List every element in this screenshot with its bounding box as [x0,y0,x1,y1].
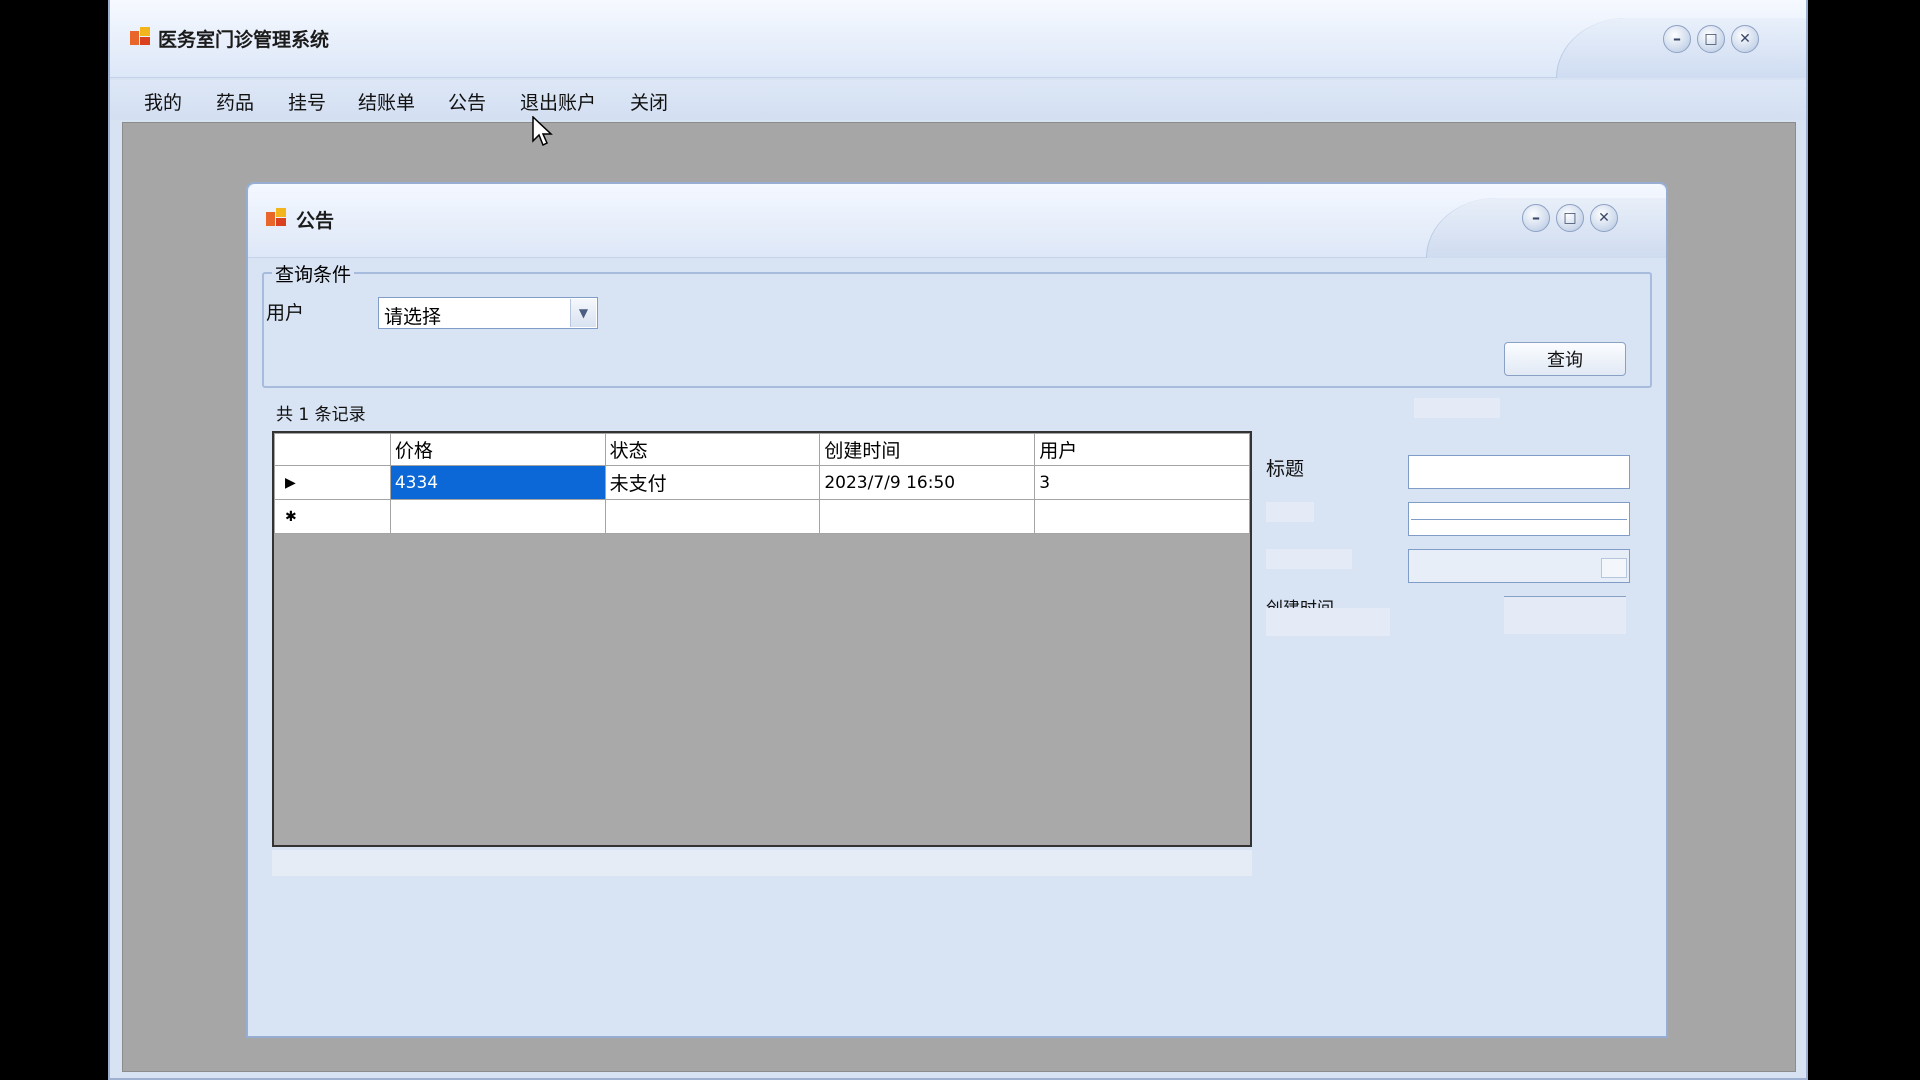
child-window-title: 公告 [296,210,335,232]
child-close-icon[interactable]: ✕ [1590,204,1618,232]
user-select[interactable]: 请选择 ▼ [378,297,598,329]
query-button[interactable]: 查询 [1504,342,1626,376]
records-grid: 价格 状态 创建时间 用户 ▶ 4334 未支付 2023/7/9 16:50 … [272,431,1252,847]
main-window-title: 医务室门诊管理系统 [158,29,330,51]
query-group-label: 查询条件 [272,260,355,287]
row-header-corner [274,433,391,466]
hidden-control-placeholder [1414,398,1500,418]
child-title-bar[interactable]: 公告 – □ ✕ [248,184,1666,258]
app-icon [130,27,150,45]
cell-price[interactable]: 4334 [389,465,606,500]
minimize-icon[interactable]: – [1663,25,1691,53]
menu-item-mine[interactable]: 我的 [144,88,182,115]
mouse-cursor-icon [532,116,553,147]
new-cell[interactable] [604,499,821,534]
detail-created-label: 创建时间 [1266,594,1334,608]
new-row-icon[interactable]: ✱ [274,499,391,534]
menu-item-logout[interactable]: 退出账户 [520,88,596,115]
detail-title-input[interactable] [1408,455,1630,489]
grid-header-row: 价格 状态 创建时间 用户 [274,433,1250,466]
child-maximize-icon[interactable]: □ [1556,204,1584,232]
row-indicator-icon[interactable]: ▶ [274,465,391,500]
menu-bar: 我的 药品 挂号 结账单 公告 退出账户 关闭 [110,80,1806,120]
new-cell[interactable] [389,499,606,534]
column-header-price[interactable]: 价格 [389,433,606,466]
detail-title-label: 标题 [1266,458,1305,480]
new-row[interactable]: ✱ [274,499,1250,534]
detail-created-placeholder [1266,608,1390,636]
menu-item-bills[interactable]: 结账单 [358,88,415,115]
cell-created[interactable]: 2023/7/9 16:50 [819,465,1036,500]
new-cell[interactable] [1034,499,1250,534]
cell-user[interactable]: 3 [1034,465,1250,500]
cell-status[interactable]: 未支付 [604,465,821,500]
user-select-value: 请选择 [384,306,442,328]
detail-created-input[interactable] [1504,596,1626,634]
column-header-user[interactable]: 用户 [1034,433,1250,466]
child-app-icon [266,208,286,226]
user-label: 用户 [266,302,305,324]
new-cell[interactable] [819,499,1036,534]
menu-item-announcement[interactable]: 公告 [448,88,486,115]
menu-item-close[interactable]: 关闭 [630,88,668,115]
detail-status-select[interactable] [1408,549,1630,583]
menu-item-registration[interactable]: 挂号 [288,88,326,115]
record-count: 共 1 条记录 [276,405,366,425]
detail-content-input[interactable] [1408,502,1630,536]
maximize-icon[interactable]: □ [1697,25,1725,53]
grid-horizontal-scrollbar[interactable] [272,850,1252,876]
announcement-window: 公告 – □ ✕ 查询条件 用户 请选择 ▼ 查询 共 1 条记录 价格 状态 … [246,182,1668,1038]
column-header-status[interactable]: 状态 [604,433,821,466]
detail-label-placeholder-2 [1266,549,1352,569]
chevron-down-icon[interactable]: ▼ [570,299,596,327]
menu-item-medicine[interactable]: 药品 [216,88,254,115]
close-icon[interactable]: ✕ [1731,25,1759,53]
child-minimize-icon[interactable]: – [1522,204,1550,232]
query-conditions-group: 查询条件 [262,260,1652,388]
detail-label-placeholder [1266,502,1314,522]
column-header-created[interactable]: 创建时间 [819,433,1036,466]
table-row[interactable]: ▶ 4334 未支付 2023/7/9 16:50 3 [274,465,1250,500]
main-title-bar[interactable]: 医务室门诊管理系统 – □ ✕ [110,0,1806,78]
